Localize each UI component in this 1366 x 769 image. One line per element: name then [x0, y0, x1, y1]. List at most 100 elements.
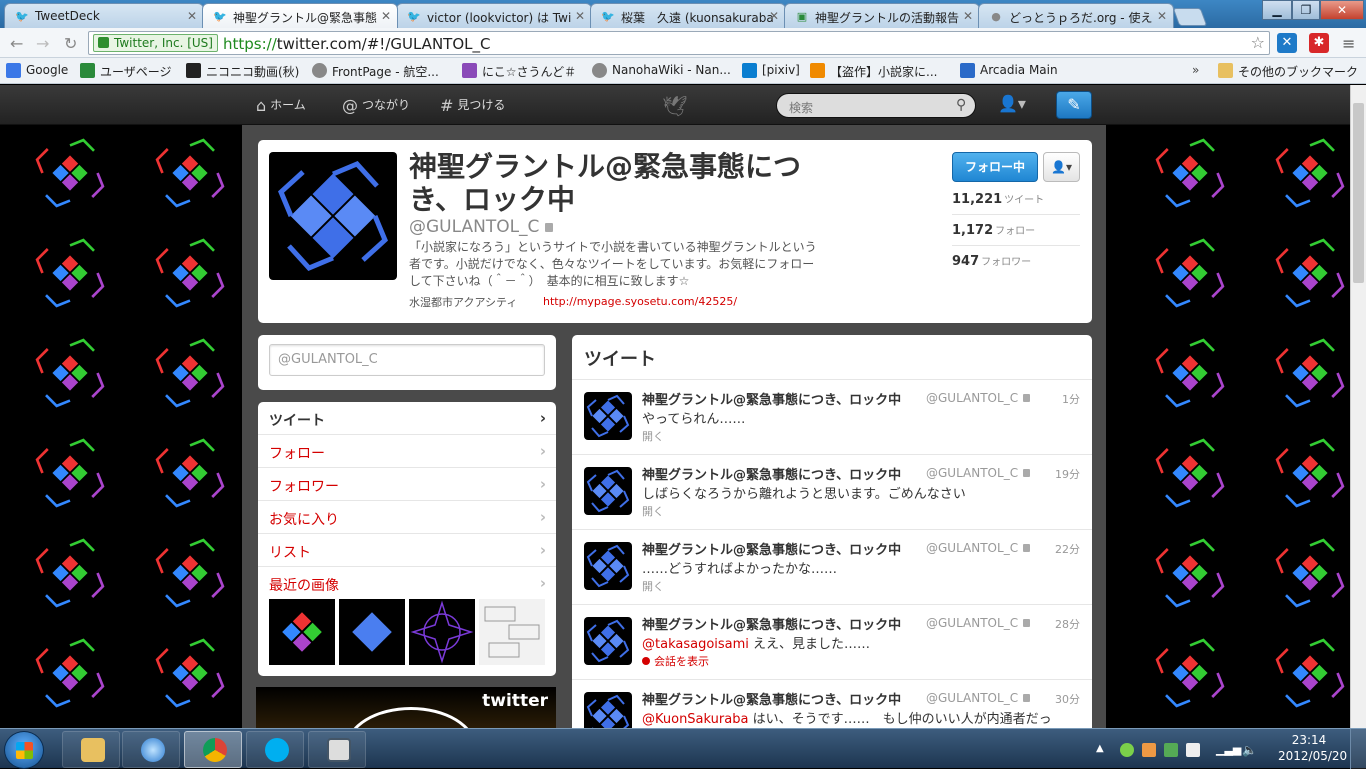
url-text[interactable]: https://twitter.com/#!/GULANTOL_C	[223, 35, 490, 53]
browser-tab-katsudou[interactable]: ▣ 神聖グラントルの活動報告 ✕	[784, 3, 980, 28]
tweet-author-name[interactable]: 神聖グラントル@緊急事態につき、ロック中	[642, 464, 901, 483]
tweet-author-name[interactable]: 神聖グラントル@緊急事態につき、ロック中	[642, 389, 901, 408]
close-tab-icon[interactable]: ✕	[769, 9, 779, 23]
bookmark-google[interactable]: Google	[6, 63, 68, 78]
nav-connect[interactable]: @ つながり	[342, 96, 410, 115]
nav-tweets[interactable]: ツイート ›	[258, 402, 556, 435]
tweet-author-handle[interactable]: @GULANTOL_C	[926, 691, 1031, 705]
bookmark-nicovideo[interactable]: ニコニコ動画(秋)	[186, 63, 299, 80]
close-tab-icon[interactable]: ✕	[575, 9, 585, 23]
reload-icon[interactable]: ↻	[64, 34, 77, 53]
tweet-avatar[interactable]	[584, 467, 632, 515]
show-desktop-button[interactable]	[1350, 729, 1366, 769]
nav-home[interactable]: ⌂ ホーム	[256, 96, 306, 115]
tweet-item[interactable]: 神聖グラントル@緊急事態につき、ロック中 @GULANTOL_C 30分 @KuonS…	[572, 680, 1092, 728]
bookmark-star-icon[interactable]: ☆	[1251, 33, 1265, 52]
tweet-avatar[interactable]	[584, 542, 632, 590]
user-menu-icon[interactable]: 👤▾	[998, 94, 1026, 113]
show-hidden-icons-chevron-icon[interactable]: ▲	[1096, 743, 1110, 757]
taskbar-skype[interactable]	[246, 731, 304, 768]
view-conversation-link[interactable]: 会話を表示	[642, 653, 709, 669]
tweet-avatar[interactable]	[584, 692, 632, 728]
speaker-icon[interactable]: 🔈	[1242, 743, 1257, 757]
tray-app-icon[interactable]	[1142, 743, 1156, 757]
recent-image-thumbnail[interactable]	[479, 599, 545, 665]
bookmark-overflow-chevron-icon[interactable]: »	[1192, 63, 1199, 77]
tray-app-icon[interactable]	[1164, 743, 1178, 757]
taskbar-clock[interactable]: 23:14 2012/05/20	[1278, 732, 1347, 764]
extension-icon[interactable]: ✕	[1277, 33, 1297, 53]
expand-tweet-link[interactable]: 開く	[642, 578, 664, 594]
tweet-timestamp[interactable]: 19分	[1055, 466, 1080, 482]
recent-image-thumbnail[interactable]	[269, 599, 335, 665]
twitter-bird-logo-icon[interactable]: 🕊	[662, 94, 688, 118]
stat-following[interactable]: 1,172 フォロー	[952, 215, 1080, 246]
taskbar-chrome[interactable]	[184, 731, 242, 768]
bookmark-nanohawiki[interactable]: NanohaWiki - Nan...	[592, 63, 731, 78]
taskbar-app[interactable]	[308, 731, 366, 768]
scrollbar-thumb[interactable]	[1353, 103, 1364, 283]
minimize-button[interactable]: ▁	[1262, 0, 1292, 20]
tweet-author-handle[interactable]: @GULANTOL_C	[926, 541, 1031, 555]
close-tab-icon[interactable]: ✕	[963, 9, 973, 23]
tweet-item[interactable]: 神聖グラントル@緊急事態につき、ロック中 @GULANTOL_C 19分 しばらくなろ…	[572, 455, 1092, 530]
tweet-author-handle[interactable]: @GULANTOL_C	[926, 391, 1031, 405]
other-bookmarks-folder[interactable]: その他のブックマーク	[1218, 63, 1358, 80]
user-actions-button[interactable]: 👤▾	[1043, 152, 1080, 182]
tweet-avatar[interactable]	[584, 392, 632, 440]
page-scrollbar[interactable]	[1350, 85, 1366, 728]
network-signal-icon[interactable]: ▁▃▅	[1216, 743, 1241, 757]
tweet-author-name[interactable]: 神聖グラントル@緊急事態につき、ロック中	[642, 689, 901, 708]
ssl-badge[interactable]: Twitter, Inc. [US]	[93, 34, 218, 52]
search-input[interactable]: 検索	[776, 93, 976, 118]
back-arrow-icon[interactable]: ←	[10, 34, 23, 53]
stat-followers[interactable]: 947 フォロワー	[952, 246, 1080, 277]
magnifier-icon[interactable]: ⚲	[956, 97, 966, 113]
browser-tab-victor[interactable]: 🐦 victor (lookvictor) は Twi ✕	[396, 3, 592, 28]
recent-image-thumbnail[interactable]	[339, 599, 405, 665]
bookmark-nicosound[interactable]: にこ☆さうんど＃	[462, 63, 576, 80]
new-tab-button[interactable]	[1172, 8, 1208, 26]
expand-tweet-link[interactable]: 開く	[642, 503, 664, 519]
close-window-button[interactable]: ✕	[1320, 0, 1364, 20]
maximize-button[interactable]: ❐	[1292, 0, 1320, 20]
tweet-timestamp[interactable]: 1分	[1062, 391, 1080, 407]
tweet-author-handle[interactable]: @GULANTOL_C	[926, 616, 1031, 630]
close-tab-icon[interactable]: ✕	[1157, 9, 1167, 23]
tweet-item[interactable]: 神聖グラントル@緊急事態につき、ロック中 @GULANTOL_C 28分 @takas…	[572, 605, 1092, 680]
forward-arrow-icon[interactable]: →	[36, 34, 49, 53]
bookmark-syosetu[interactable]: 【盗作】小説家に...	[810, 63, 937, 80]
mention-link[interactable]: @takasagoisami	[642, 637, 749, 652]
tweet-timestamp[interactable]: 30分	[1055, 691, 1080, 707]
bookmark-userpage[interactable]: ユーザページ	[80, 63, 172, 80]
profile-url-link[interactable]: http://mypage.syosetu.com/42525/	[543, 295, 737, 308]
avatar[interactable]	[269, 152, 397, 280]
close-tab-icon[interactable]: ✕	[187, 9, 197, 23]
recent-image-thumbnail[interactable]	[409, 599, 475, 665]
close-tab-icon[interactable]: ✕	[381, 9, 391, 23]
browser-tab-profile[interactable]: 🐦 神聖グラントル@緊急事態 ✕	[202, 3, 398, 28]
start-button[interactable]	[4, 731, 44, 769]
tray-app-icon[interactable]	[1120, 743, 1134, 757]
expand-tweet-link[interactable]: 開く	[642, 428, 664, 444]
tweet-author-name[interactable]: 神聖グラントル@緊急事態につき、ロック中	[642, 614, 901, 633]
address-bar[interactable]: Twitter, Inc. [US] https://twitter.com/#…	[88, 31, 1270, 55]
nav-followers[interactable]: フォロワー ›	[258, 468, 556, 501]
nav-lists[interactable]: リスト ›	[258, 534, 556, 567]
mention-link[interactable]: @KuonSakuraba	[642, 712, 748, 727]
compose-tweet-button[interactable]: ✎	[1056, 91, 1092, 119]
nav-discover[interactable]: # 見つける	[440, 96, 505, 115]
tweet-avatar[interactable]	[584, 617, 632, 665]
stat-tweets[interactable]: 11,221 ツイート	[952, 184, 1080, 215]
taskbar-itunes[interactable]	[122, 731, 180, 768]
tweet-item[interactable]: 神聖グラントル@緊急事態につき、ロック中 @GULANTOL_C 1分 やってられん……	[572, 380, 1092, 455]
tweet-timestamp[interactable]: 28分	[1055, 616, 1080, 632]
bookmark-pixiv[interactable]: [pixiv]	[742, 63, 800, 78]
tweet-timestamp[interactable]: 22分	[1055, 541, 1080, 557]
browser-tab-tweetdeck[interactable]: 🐦 TweetDeck ✕	[4, 3, 204, 28]
extension-icon[interactable]: ✱	[1309, 33, 1329, 53]
browser-tab-uploader[interactable]: ● どっとうｐろだ.org - 使え ✕	[978, 3, 1174, 28]
nav-favorites[interactable]: お気に入り ›	[258, 501, 556, 534]
bookmark-frontpage[interactable]: FrontPage - 航空...	[312, 63, 439, 80]
following-button[interactable]: フォロー中	[952, 152, 1038, 182]
